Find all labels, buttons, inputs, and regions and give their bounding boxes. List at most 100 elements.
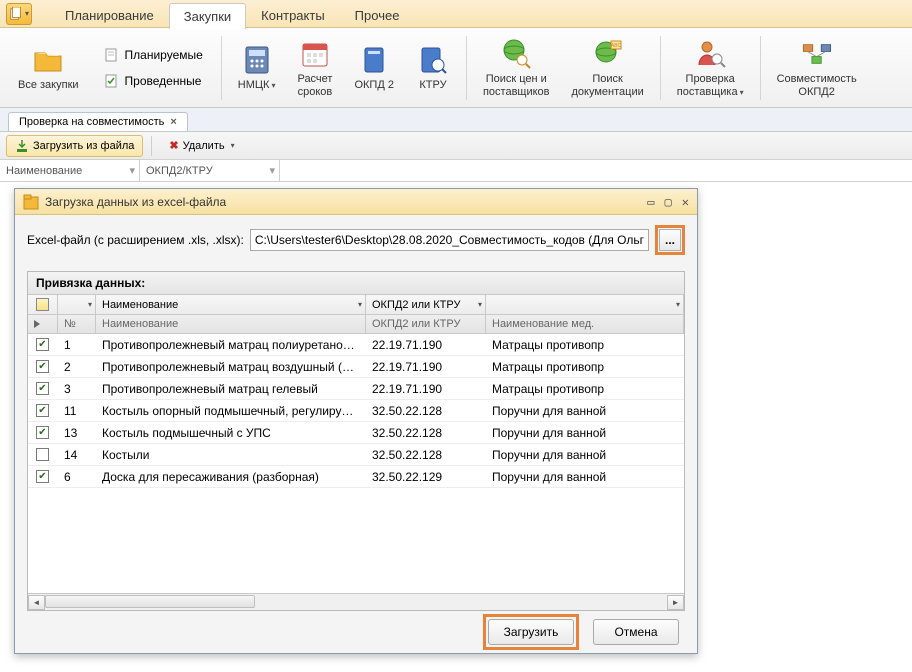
delete-icon: ✖: [169, 139, 178, 152]
row-checkbox[interactable]: [36, 404, 49, 417]
cell-okpd: 32.50.22.129: [366, 470, 486, 484]
load-button[interactable]: Загрузить: [488, 619, 574, 645]
cell-okpd: 22.19.71.190: [366, 338, 486, 352]
scroll-left-button[interactable]: ◄: [28, 595, 45, 610]
scroll-right-button[interactable]: ►: [667, 595, 684, 610]
doc-tab-compat[interactable]: Проверка на совместимость ×: [8, 112, 188, 131]
book-search-icon: [416, 43, 450, 77]
close-icon[interactable]: ×: [170, 116, 176, 128]
download-icon: [15, 139, 29, 153]
table-row[interactable]: 14Костыли32.50.22.128Поручни для ванной: [28, 444, 684, 466]
row-checkbox[interactable]: [36, 338, 49, 351]
table-row[interactable]: 6Доска для пересаживания (разборная)32.5…: [28, 466, 684, 488]
cell-num: 14: [58, 448, 96, 462]
cell-med: Поручни для ванной: [486, 426, 684, 440]
table-row[interactable]: 2Противопролежневый матрац воздушный (с …: [28, 356, 684, 378]
row-checkbox[interactable]: [36, 360, 49, 373]
cancel-button[interactable]: Отмена: [593, 619, 679, 645]
compat-icon: [800, 37, 834, 71]
cell-num: 11: [58, 404, 96, 418]
tab-purchases[interactable]: Закупки: [169, 3, 246, 29]
cell-name: Противопролежневый матрац полиуретановый: [96, 338, 366, 352]
all-purchases-button[interactable]: Все закупки: [8, 41, 89, 94]
cell-okpd: 22.19.71.190: [366, 360, 486, 374]
col-okpd-header: ОКПД2 или КТРУ: [366, 315, 486, 333]
col-name-map[interactable]: Наименование▾: [96, 295, 366, 314]
horizontal-scrollbar[interactable]: ◄ ►: [28, 593, 684, 610]
minimize-button[interactable]: ▭: [647, 195, 654, 209]
cell-name: Противопролежневый матрац воздушный (с к…: [96, 360, 366, 374]
cell-name: Противопролежневый матрац гелевый: [96, 382, 366, 396]
col-okpd-map[interactable]: ОКПД2 или КТРУ▾: [366, 295, 486, 314]
scroll-thumb[interactable]: [45, 595, 255, 608]
cell-num: 2: [58, 360, 96, 374]
ktru-button[interactable]: КТРУ: [406, 41, 460, 94]
close-button[interactable]: ✕: [682, 195, 689, 209]
nmck-button[interactable]: НМЦК▾: [228, 41, 286, 94]
row-checkbox[interactable]: [36, 382, 49, 395]
cell-name: Костыль опорный подмышечный, регулируемы…: [96, 404, 366, 418]
cell-med: Матрацы противопр: [486, 360, 684, 374]
check-supplier-button[interactable]: Проверка поставщика▾: [667, 35, 754, 100]
col-med-map[interactable]: ▾: [486, 295, 684, 314]
quick-access-button[interactable]: ▾: [6, 3, 32, 25]
compat-okpd2-button[interactable]: Совместимость ОКПД2: [767, 35, 867, 100]
row-checkbox[interactable]: [36, 426, 49, 439]
row-checkbox[interactable]: [36, 448, 49, 461]
cell-med: Матрацы противопр: [486, 382, 684, 396]
select-all-cell[interactable]: [28, 295, 58, 314]
svg-text:ABC: ABC: [610, 43, 621, 49]
document-check-icon: [103, 73, 119, 89]
funnel-icon: ▾: [129, 164, 135, 177]
cell-med: Поручни для ванной: [486, 448, 684, 462]
filter-name[interactable]: Наименование ▾: [0, 160, 140, 181]
book-icon: [357, 43, 391, 77]
okpd2-button[interactable]: ОКПД 2: [344, 41, 404, 94]
load-from-file-button[interactable]: Загрузить из файла: [6, 135, 143, 157]
dialog-title: Загрузка данных из excel-файла: [45, 195, 226, 209]
row-checkbox[interactable]: [36, 470, 49, 483]
table-row[interactable]: 1Противопролежневый матрац полиуретановы…: [28, 334, 684, 356]
path-input[interactable]: [250, 229, 649, 251]
cell-okpd: 22.19.71.190: [366, 382, 486, 396]
cell-med: Матрацы противопр: [486, 338, 684, 352]
tab-planning[interactable]: Планирование: [50, 2, 169, 28]
cell-name: Костыли: [96, 448, 366, 462]
delete-button[interactable]: ✖ Удалить ▾: [160, 135, 243, 156]
path-label: Excel-файл (c расширением .xls, .xlsx):: [27, 233, 244, 247]
calc-terms-button[interactable]: Расчет сроков: [287, 35, 342, 100]
find-docs-button[interactable]: ABC Поиск документации: [562, 35, 654, 100]
funnel-icon: ▾: [269, 164, 275, 177]
col-med-header: Наименование мед.: [486, 315, 684, 333]
globe-doc-icon: ABC: [591, 37, 625, 71]
globe-search-icon: [499, 37, 533, 71]
cell-name: Доска для пересаживания (разборная): [96, 470, 366, 484]
find-prices-button[interactable]: Поиск цен и поставщиков: [473, 35, 560, 100]
planned-button[interactable]: Планируемые: [97, 44, 209, 66]
col-num-map[interactable]: ▾: [58, 295, 96, 314]
cell-okpd: 32.50.22.128: [366, 448, 486, 462]
table-row[interactable]: 3Противопролежневый матрац гелевый22.19.…: [28, 378, 684, 400]
browse-button[interactable]: ...: [659, 229, 681, 251]
cell-okpd: 32.50.22.128: [366, 404, 486, 418]
load-excel-dialog: Загрузка данных из excel-файла ▭ ▢ ✕ Exc…: [14, 188, 698, 654]
table-row[interactable]: 11Костыль опорный подмышечный, регулируе…: [28, 400, 684, 422]
calculator-icon: [240, 43, 274, 77]
maximize-button[interactable]: ▢: [665, 195, 672, 209]
chevron-down-icon: ▾: [25, 9, 29, 18]
cell-num: 6: [58, 470, 96, 484]
person-search-icon: [693, 37, 727, 71]
select-all-checkbox[interactable]: [36, 298, 49, 311]
done-button[interactable]: Проведенные: [97, 70, 209, 92]
cell-num: 1: [58, 338, 96, 352]
binding-title: Привязка данных:: [28, 272, 684, 295]
chevron-down-icon: ▾: [231, 141, 235, 150]
cell-num: 13: [58, 426, 96, 440]
tab-contracts[interactable]: Контракты: [246, 2, 340, 28]
tab-other[interactable]: Прочее: [340, 2, 415, 28]
folder-icon: [31, 43, 65, 77]
excel-icon: [23, 194, 39, 210]
col-name-header: Наименование: [96, 315, 366, 333]
filter-okpd[interactable]: ОКПД2/КТРУ ▾: [140, 160, 280, 181]
table-row[interactable]: 13Костыль подмышечный с УПС32.50.22.128П…: [28, 422, 684, 444]
